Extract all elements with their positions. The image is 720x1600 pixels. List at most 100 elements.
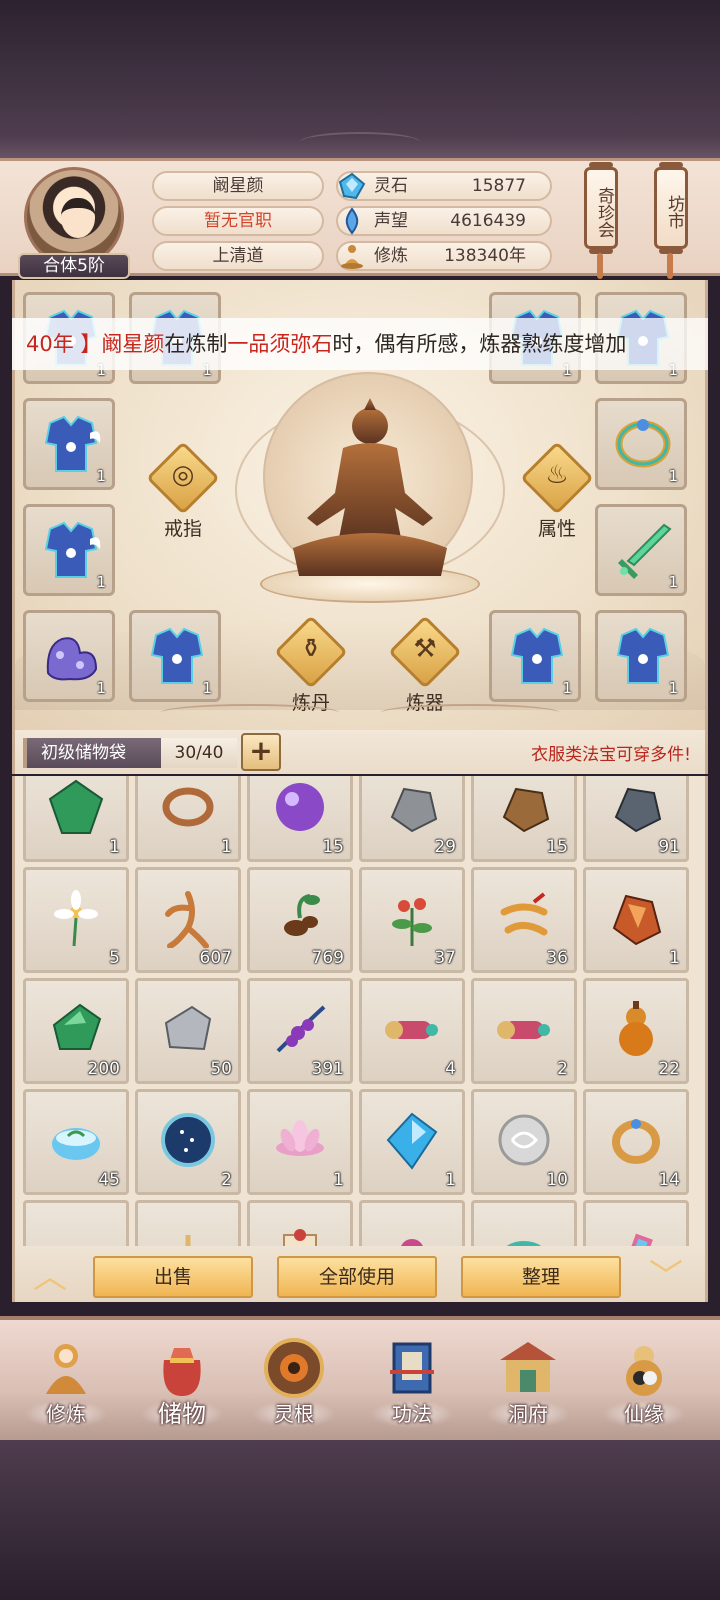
inventory-item[interactable]: 37	[359, 867, 465, 973]
divider-ornament	[160, 704, 340, 722]
robe-armor-icon	[44, 415, 101, 472]
scroll-up-icon[interactable]: ︿	[25, 1260, 75, 1294]
sect-name: 上清道	[152, 241, 324, 271]
item-count: 36	[546, 948, 568, 968]
market-button[interactable]: 坊市	[654, 162, 688, 254]
item-count: 4	[445, 1059, 456, 1079]
use-all-button[interactable]: 全部使用	[277, 1256, 437, 1298]
nav-item-storage[interactable]: 储物	[130, 1332, 234, 1442]
avatar-face	[61, 198, 95, 238]
inventory-item[interactable]: 91	[583, 776, 689, 862]
white-flower-icon	[54, 890, 98, 947]
silver-ore-icon	[164, 1005, 212, 1051]
nav-item-cultivate[interactable]: 修炼	[14, 1332, 118, 1442]
inventory-item[interactable]: 4	[359, 978, 465, 1084]
nav-label: 修炼	[46, 1402, 86, 1426]
inventory-item[interactable]: 2	[135, 1089, 241, 1195]
nav-item-fate[interactable]: 仙缘	[592, 1332, 696, 1442]
cordyceps-icon	[500, 892, 548, 936]
item-count: 607	[199, 948, 232, 968]
marquee-text: 在炼制	[164, 332, 228, 356]
inventory-item[interactable]: 29	[359, 776, 465, 862]
item-count: 50	[210, 1059, 232, 1079]
inventory-item[interactable]: 5	[23, 867, 129, 973]
inventory-item[interactable]: 45	[23, 1089, 129, 1195]
attribute-button[interactable]: ♨ 属性	[517, 441, 597, 552]
inventory-item[interactable]: 14	[583, 1089, 689, 1195]
marquee-player-name: 阚星颜	[101, 332, 165, 356]
equipment-slot[interactable]: 1	[129, 610, 221, 702]
inventory-item[interactable]	[583, 1200, 689, 1246]
inventory-item[interactable]: 15	[247, 776, 353, 862]
inventory-item[interactable]: 200	[23, 978, 129, 1084]
cultivate-icon	[46, 1344, 86, 1394]
robe-armor-icon	[510, 627, 564, 684]
inventory-item[interactable]: 2	[471, 978, 577, 1084]
top-ornament	[300, 132, 420, 152]
teapot-icon	[185, 1235, 191, 1246]
attribute-icon: ♨	[545, 460, 569, 490]
talisman-icon	[620, 1233, 653, 1246]
inventory-item[interactable]	[359, 1200, 465, 1246]
inventory-item[interactable]: 769	[247, 867, 353, 973]
nav-label: 仙缘	[624, 1402, 664, 1426]
official-rank: 暂无官职	[152, 206, 324, 236]
brown-ore-icon	[502, 787, 550, 833]
item-count: 1	[669, 948, 680, 968]
slot-count: 1	[96, 679, 106, 697]
treasure-hall-button[interactable]: 奇珍会	[584, 162, 618, 254]
item-count: 391	[311, 1059, 344, 1079]
item-count: 5	[109, 948, 120, 968]
item-count: 2	[221, 1170, 232, 1190]
equipment-slot[interactable]: 1	[595, 610, 687, 702]
inventory-item[interactable]: 1	[359, 1089, 465, 1195]
sell-button[interactable]: 出售	[93, 1256, 253, 1298]
inventory-item[interactable]: 10	[471, 1089, 577, 1195]
inventory-item[interactable]: 1	[583, 867, 689, 973]
jewel-box-icon	[401, 1239, 423, 1246]
equipment-slot[interactable]: 1	[23, 398, 115, 490]
inventory-item[interactable]: 1	[247, 1089, 353, 1195]
ginseng-icon	[165, 891, 209, 948]
prestige-row: 声望 4616439	[336, 206, 552, 236]
cultivation-label: 修炼	[374, 246, 408, 266]
gourd-icon	[619, 1001, 653, 1056]
inventory-item[interactable]	[471, 1200, 577, 1246]
scroll-case-icon	[497, 1021, 550, 1039]
equipment-slot[interactable]: 1	[595, 504, 687, 596]
inventory-item[interactable]	[247, 1200, 353, 1246]
inventory-item[interactable]	[135, 1200, 241, 1246]
inventory-grid[interactable]: 1 1 15 29 15 91 5 607 769 37 36 1 200 50 391 4 2 22 45 2 1 1 1…	[12, 776, 708, 1246]
inventory-item[interactable]: 607	[135, 867, 241, 973]
cave-mansion-icon	[500, 1342, 556, 1392]
cultivation-value: 138340年	[444, 246, 526, 266]
nav-item-spirit-root[interactable]: 灵根	[242, 1332, 346, 1442]
equipment-slot[interactable]: 1	[23, 610, 115, 702]
ring-button[interactable]: ◎ 戒指	[143, 441, 223, 552]
marquee-text: 时，偶有所感，炼器熟练度增加	[332, 332, 627, 356]
scroll-down-icon[interactable]: ﹀	[641, 1260, 691, 1294]
inventory-item[interactable]	[23, 1200, 129, 1246]
spirit-stone-row: 灵石 15877	[336, 171, 552, 201]
robe-armor-icon	[150, 627, 204, 684]
inventory-item[interactable]: 36	[471, 867, 577, 973]
sort-button[interactable]: 整理	[461, 1256, 621, 1298]
inventory-item[interactable]: 1	[135, 776, 241, 862]
inventory-item[interactable]: 15	[471, 776, 577, 862]
nav-item-technique[interactable]: 功法	[360, 1332, 464, 1442]
realm-badge: 合体5阶	[18, 253, 130, 279]
inventory-item[interactable]: 1	[23, 776, 129, 862]
nav-item-cave-mansion[interactable]: 洞府	[476, 1332, 580, 1442]
inventory-item[interactable]: 22	[583, 978, 689, 1084]
inventory-item[interactable]: 50	[135, 978, 241, 1084]
spirit-stone-label: 灵石	[374, 176, 408, 196]
equipment-slot[interactable]: 1	[489, 610, 581, 702]
meditating-figure-icon	[293, 398, 447, 576]
paper-scroll-icon	[283, 1229, 317, 1246]
nav-label: 功法	[392, 1402, 432, 1426]
equipment-slot[interactable]: 1	[595, 398, 687, 490]
equipment-slot[interactable]: 1	[23, 504, 115, 596]
player-avatar[interactable]	[24, 167, 124, 267]
inventory-item[interactable]: 391	[247, 978, 353, 1084]
expand-bag-button[interactable]: +	[241, 733, 281, 771]
